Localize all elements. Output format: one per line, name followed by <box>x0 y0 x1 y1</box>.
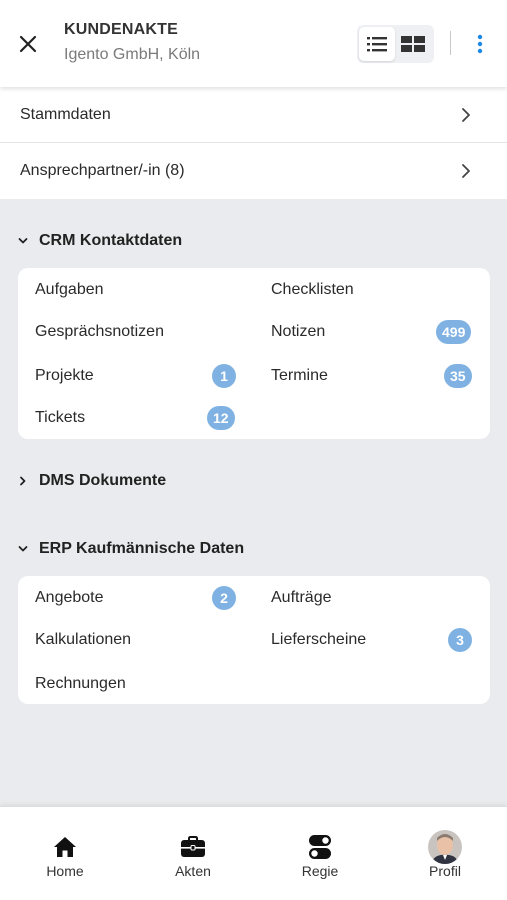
section-header-dms[interactable]: DMS Dokumente <box>18 472 166 490</box>
grid-view-button[interactable] <box>395 27 431 61</box>
erp-item-rechnungen[interactable]: Rechnungen <box>35 668 255 700</box>
header-divider <box>450 31 451 55</box>
bottom-navigation: Home Akten Regie Profil <box>0 806 507 900</box>
header-titles: KUNDENAKTE Igento GmbH, Köln <box>64 21 200 64</box>
item-label: Checklisten <box>271 281 354 298</box>
item-label: Termine <box>271 367 328 384</box>
chevron-right-icon <box>18 476 32 486</box>
record-rows: Stammdaten Ansprechpartner/-in (8) <box>0 87 507 199</box>
section-title: DMS Dokumente <box>39 472 167 489</box>
item-label: Angebote <box>35 589 104 606</box>
erp-item-lieferscheine[interactable]: Lieferscheine 3 <box>271 624 491 656</box>
chevron-down-icon <box>18 545 32 553</box>
chevron-right-icon <box>462 164 470 178</box>
more-vertical-icon <box>477 34 483 54</box>
section-header-erp[interactable]: ERP Kaufmännische Daten <box>18 540 244 558</box>
list-view-button[interactable] <box>359 27 395 61</box>
crm-card: Aufgaben Checklisten Gesprächsnotizen No… <box>18 268 490 439</box>
count-badge: 35 <box>444 364 472 388</box>
nav-label: Regie <box>301 863 339 879</box>
crm-item-projekte[interactable]: Projekte 1 <box>35 360 255 392</box>
briefcase-icon <box>175 829 211 865</box>
nav-label: Home <box>46 863 84 879</box>
grid-view-icon <box>401 36 425 52</box>
crm-item-checklisten[interactable]: Checklisten <box>271 274 491 306</box>
section-title: ERP Kaufmännische Daten <box>39 540 245 557</box>
item-label: Aufträge <box>271 589 332 606</box>
chevron-down-icon <box>18 237 32 245</box>
item-label: Projekte <box>35 367 94 384</box>
nav-label: Akten <box>175 863 211 879</box>
list-view-icon <box>367 37 387 52</box>
nav-akten[interactable]: Akten <box>130 807 256 900</box>
page-title: KUNDENAKTE <box>64 21 178 38</box>
nav-label: Profil <box>429 863 461 879</box>
count-badge: 499 <box>436 320 472 344</box>
item-label: Gesprächsnotizen <box>35 323 164 340</box>
row-ansprechpartner[interactable]: Ansprechpartner/-in (8) <box>0 143 507 199</box>
crm-item-tickets[interactable]: Tickets 12 <box>35 402 255 434</box>
toggle-icon <box>302 829 338 865</box>
section-title: CRM Kontaktdaten <box>39 232 183 249</box>
row-label: Stammdaten <box>20 105 111 123</box>
crm-item-termine[interactable]: Termine 35 <box>271 360 491 392</box>
crm-item-notizen[interactable]: Notizen 499 <box>271 316 491 348</box>
item-label: Kalkulationen <box>35 631 132 648</box>
erp-card: Angebote 2 Aufträge Kalkulationen Liefer… <box>18 576 490 704</box>
item-label: Aufgaben <box>35 281 104 298</box>
section-header-crm[interactable]: CRM Kontaktdaten <box>18 232 182 250</box>
nav-regie[interactable]: Regie <box>257 807 383 900</box>
erp-item-auftraege[interactable]: Aufträge <box>271 582 491 614</box>
item-label: Lieferscheine <box>271 631 367 648</box>
home-icon <box>47 829 83 865</box>
close-button[interactable] <box>12 28 44 60</box>
more-options-button[interactable] <box>468 30 492 58</box>
count-badge: 1 <box>212 364 236 388</box>
count-badge: 3 <box>448 628 472 652</box>
crm-item-gespraechsnotizen[interactable]: Gesprächsnotizen <box>35 316 255 348</box>
item-label: Notizen <box>271 323 326 340</box>
page-subtitle: Igento GmbH, Köln <box>64 46 201 63</box>
app-bar: KUNDENAKTE Igento GmbH, Köln <box>0 0 507 87</box>
avatar <box>428 830 462 864</box>
row-stammdaten[interactable]: Stammdaten <box>0 87 507 143</box>
erp-item-kalkulationen[interactable]: Kalkulationen <box>35 624 255 656</box>
chevron-right-icon <box>462 107 470 122</box>
close-icon <box>19 35 37 53</box>
erp-item-angebote[interactable]: Angebote 2 <box>35 582 255 614</box>
view-mode-toggle <box>357 25 434 63</box>
item-label: Tickets <box>35 409 86 426</box>
item-label: Rechnungen <box>35 675 126 692</box>
avatar-wrapper <box>427 829 463 865</box>
crm-item-aufgaben[interactable]: Aufgaben <box>35 274 255 306</box>
nav-home[interactable]: Home <box>2 807 128 900</box>
count-badge: 2 <box>212 586 236 610</box>
count-badge: 12 <box>207 406 235 430</box>
row-label: Ansprechpartner/-in (8) <box>20 162 185 179</box>
nav-profil[interactable]: Profil <box>382 807 507 900</box>
